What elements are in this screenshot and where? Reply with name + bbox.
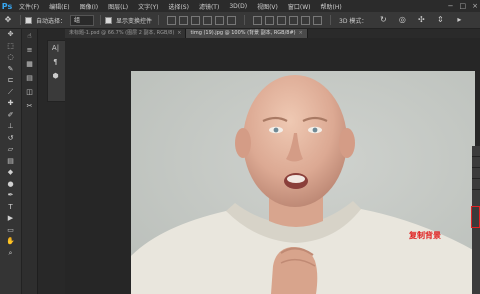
menu-view[interactable]: 视图(V) (252, 2, 283, 11)
path-select-tool-icon[interactable]: ▶ (0, 213, 21, 225)
channels-panel-icon[interactable]: ▤ (22, 71, 37, 85)
move-tool-icon[interactable]: ✥ (0, 29, 21, 41)
menu-layer[interactable]: 图层(L) (103, 2, 133, 11)
move-tool-icon[interactable]: ✥ (3, 15, 13, 25)
layers-panel-icon[interactable]: ▦ (22, 57, 37, 71)
close-icon[interactable]: × (472, 2, 478, 10)
separator (100, 15, 102, 25)
lasso-tool-icon[interactable]: ◌ (0, 52, 21, 64)
distribute-bottom-icon[interactable] (277, 15, 287, 25)
annotation-label: 复制背景 (409, 231, 441, 240)
align-left-icon[interactable] (203, 15, 213, 25)
separator (158, 15, 160, 25)
pen-tool-icon[interactable]: ✒ (0, 190, 21, 202)
panel-tab[interactable] (472, 179, 480, 190)
tab-document-2[interactable]: timg (19).jpg @ 100% (背景 副本, RGB/8#) × (186, 29, 308, 38)
brush-tool-icon[interactable]: ✐ (0, 110, 21, 122)
options-bar: ✥ 自动选择： 组 显示变换控件 3D 模式： ↻ ◎ ✣ ⇕ ▸ (0, 12, 480, 29)
menu-file[interactable]: 文件(F) (14, 2, 44, 11)
panel-tab[interactable] (472, 168, 480, 179)
menu-3d[interactable]: 3D(D) (224, 3, 252, 10)
tab-label: 未标题-1.psd @ 66.7% (图层 2 副本, RGB/8) (69, 30, 175, 36)
maximize-icon[interactable]: □ (460, 2, 467, 10)
marquee-tool-icon[interactable]: ⬚ (0, 41, 21, 53)
3d-drag-icon[interactable]: ✣ (416, 15, 426, 25)
blur-tool-icon[interactable]: ◆ (0, 167, 21, 179)
document-tabs: 未标题-1.psd @ 66.7% (图层 2 副本, RGB/8) × timg… (65, 29, 480, 38)
paths-panel-icon[interactable]: ◫ (22, 85, 37, 99)
distribute-left-icon[interactable] (289, 15, 299, 25)
align-vcenter-icon[interactable] (179, 15, 189, 25)
distribute-buttons (253, 15, 323, 25)
auto-select-label: 自动选择： (36, 17, 67, 25)
3d-rotate-icon[interactable]: ↻ (378, 15, 388, 25)
type-tool-icon[interactable]: T (0, 202, 21, 214)
separator (244, 15, 246, 25)
stamp-tool-icon[interactable]: ⊥ (0, 121, 21, 133)
3d-scale-icon[interactable]: ▸ (454, 15, 464, 25)
tools-panel: ✥ ⬚ ◌ ✎ ⊏ ⟋ ✚ ✐ ⊥ ↺ ▱ ▤ ◆ ● ✒ T ▶ ▭ ✋ ⌕ (0, 29, 22, 294)
align-top-icon[interactable] (167, 15, 177, 25)
3d-mode-label: 3D 模式： (339, 17, 368, 25)
align-bottom-icon[interactable] (191, 15, 201, 25)
auto-select-dropdown[interactable]: 组 (70, 14, 95, 26)
menu-edit[interactable]: 编辑(E) (44, 2, 74, 11)
eyedropper-tool-icon[interactable]: ⟋ (0, 87, 21, 99)
photoshop-logo: Ps (1, 1, 13, 11)
document-image[interactable] (131, 71, 475, 294)
shape-tool-icon[interactable]: ▭ (0, 225, 21, 237)
panel-tab[interactable] (472, 157, 480, 168)
menu-filter[interactable]: 滤镜(T) (194, 2, 224, 11)
eraser-tool-icon[interactable]: ▱ (0, 144, 21, 156)
paragraph-panel-icon[interactable]: ¶ (48, 55, 63, 69)
dodge-tool-icon[interactable]: ● (0, 179, 21, 191)
menu-bar: Ps 文件(F) 编辑(E) 图像(I) 图层(L) 文字(Y) 选择(S) 滤… (0, 0, 480, 12)
auto-select-checkbox[interactable] (25, 16, 32, 24)
distribute-hcenter-icon[interactable] (301, 15, 311, 25)
menu-help[interactable]: 帮助(H) (316, 2, 347, 11)
crop-tool-icon[interactable]: ⊏ (0, 75, 21, 87)
character-panel-dock: A| ¶ ⬢ (47, 40, 67, 102)
tab-document-1[interactable]: 未标题-1.psd @ 66.7% (图层 2 副本, RGB/8) × (65, 29, 187, 38)
separator (330, 15, 332, 25)
tab-label: timg (19).jpg @ 100% (背景 副本, RGB/8#) (190, 30, 296, 36)
panel-dock: ☝ ≡ ▦ ▤ ◫ ✂ (22, 29, 38, 294)
distribute-top-icon[interactable] (253, 15, 263, 25)
healing-tool-icon[interactable]: ✚ (0, 98, 21, 110)
3d-roll-icon[interactable]: ◎ (397, 15, 407, 25)
3d-panel-icon[interactable]: ⬢ (48, 69, 63, 83)
menu-image[interactable]: 图像(I) (75, 2, 103, 11)
close-icon[interactable]: × (299, 30, 303, 36)
window-controls: − □ × (448, 0, 478, 12)
menu-window[interactable]: 窗口(W) (283, 2, 316, 11)
tools-preset-icon[interactable]: ✂ (22, 99, 37, 113)
properties-panel-icon[interactable]: ≡ (22, 43, 37, 57)
canvas-area[interactable] (65, 38, 480, 294)
align-hcenter-icon[interactable] (215, 15, 225, 25)
zoom-tool-icon[interactable]: ⌕ (0, 248, 21, 260)
character-panel-icon[interactable]: A| (48, 41, 63, 55)
gradient-tool-icon[interactable]: ▤ (0, 156, 21, 168)
distribute-vcenter-icon[interactable] (265, 15, 275, 25)
panel-tab[interactable] (472, 146, 480, 157)
highlight-box (471, 206, 480, 228)
menu-select[interactable]: 选择(S) (163, 2, 194, 11)
distribute-right-icon[interactable] (313, 15, 323, 25)
3d-slide-icon[interactable]: ⇕ (435, 15, 445, 25)
history-brush-tool-icon[interactable]: ↺ (0, 133, 21, 145)
3d-mode-buttons: ↻ ◎ ✣ ⇕ ▸ (375, 15, 467, 25)
history-panel-icon[interactable]: ☝ (22, 29, 37, 43)
minimize-icon[interactable]: − (448, 2, 454, 10)
align-right-icon[interactable] (227, 15, 237, 25)
menu-type[interactable]: 文字(Y) (133, 2, 163, 11)
show-transform-label: 显示变换控件 (116, 17, 153, 25)
show-transform-checkbox[interactable] (105, 16, 113, 24)
hand-tool-icon[interactable]: ✋ (0, 236, 21, 248)
quick-select-tool-icon[interactable]: ✎ (0, 64, 21, 76)
portrait-photo (131, 71, 475, 294)
separator (20, 15, 21, 25)
align-buttons (167, 15, 237, 25)
close-icon[interactable]: × (177, 30, 181, 36)
